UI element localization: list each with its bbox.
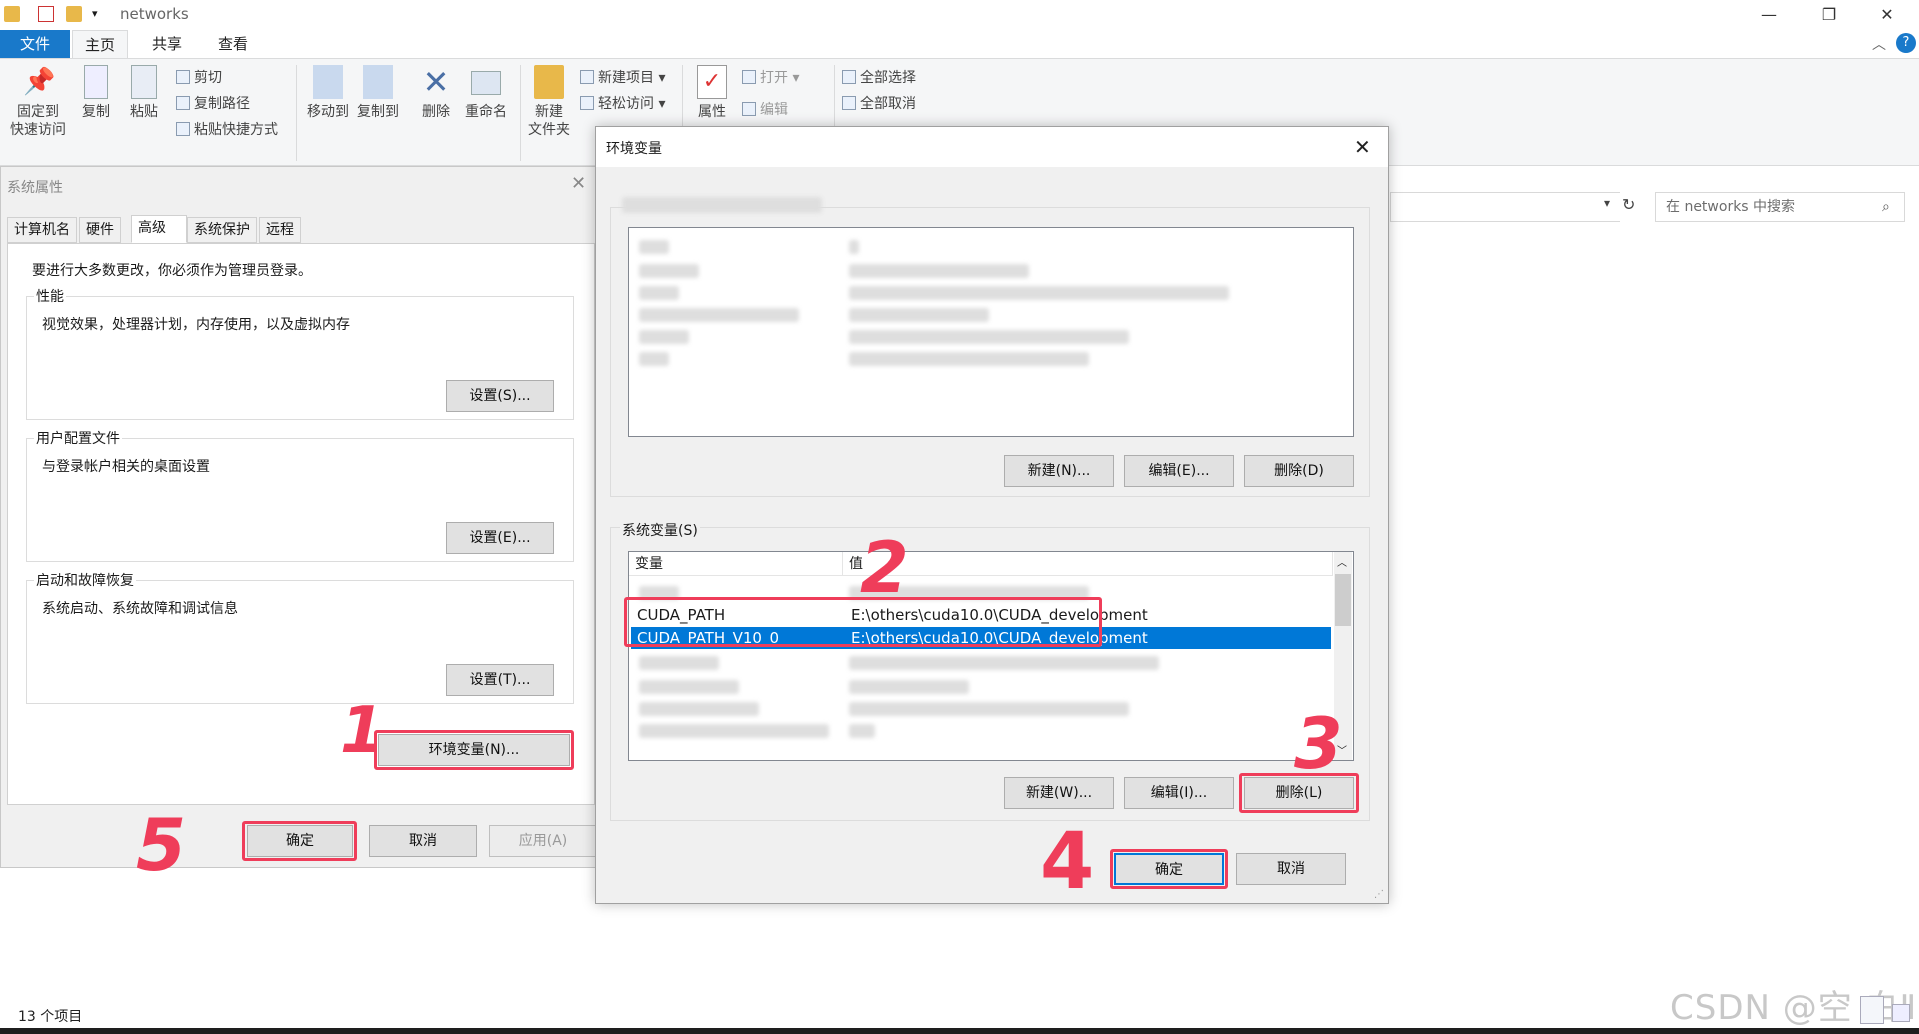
- annotation-4: 4: [1040, 817, 1094, 907]
- annotation-2: 2: [860, 527, 909, 609]
- annotation-1: 1: [340, 694, 385, 768]
- annotation-5: 5: [136, 803, 186, 887]
- annotation-layer: 1 2 3 4 5: [136, 527, 1343, 907]
- annotation-3: 3: [1294, 703, 1343, 785]
